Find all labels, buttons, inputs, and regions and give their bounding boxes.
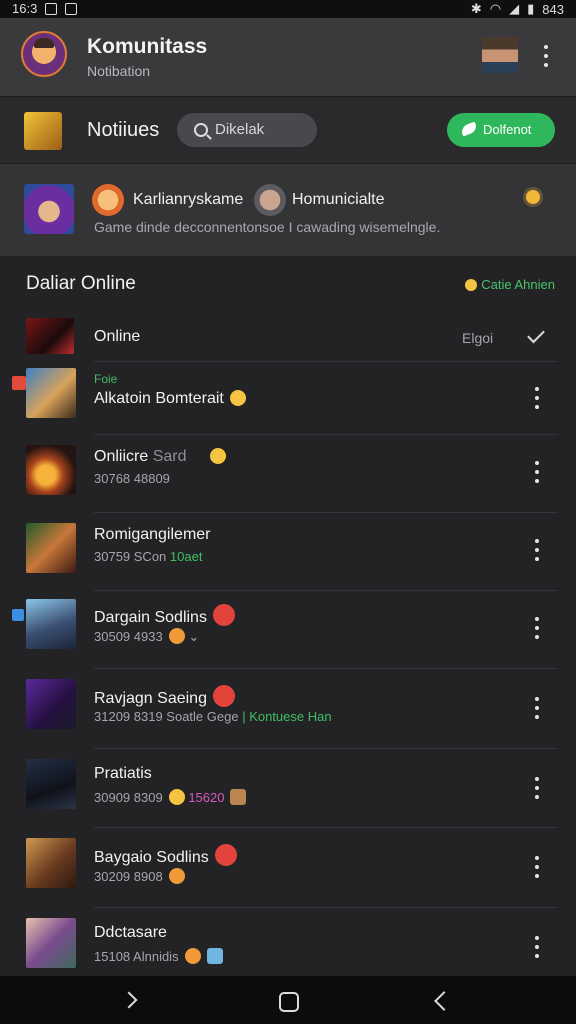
list-item-title: Baygaio Sodlins [94,844,237,867]
search-input[interactable]: Dikelak [177,113,317,147]
more-options-icon[interactable] [534,697,540,719]
game-thumbnail [26,918,76,968]
app-bar: Komunitass Notibation [0,18,576,96]
game-thumbnail [26,523,76,573]
notification-badge-icon [214,844,237,866]
list-item-title: Alkatoin Bomterait [94,390,246,408]
status-label: Elgoi [462,330,494,346]
more-options-icon[interactable] [534,856,540,878]
emoji-icon [168,628,185,644]
list-item-title: Onliicre Sard [94,448,227,466]
search-placeholder: Dikelak [215,121,265,138]
gift-icon [230,789,247,805]
member-avatar [92,184,124,216]
chevron-down-icon: ⌄ [188,629,200,644]
member-name: Karlianryskame [133,191,244,208]
flag-icon [12,609,24,621]
more-options-icon[interactable] [534,461,540,483]
toolbar-title: Notiiues [87,119,160,141]
battery-icon: ▮ [527,1,535,16]
list-item-subtitle: 30509 4933 ⌄ [94,628,200,644]
smiley-icon [168,789,185,805]
member-name: Homunicialte [292,191,385,208]
sword-icon [24,112,62,150]
game-thumbnail [26,759,76,809]
leaf-icon [459,121,479,137]
list-item[interactable]: Dargain Sodlins 30509 4933 ⌄ [0,591,576,669]
list-item-title: Dargain Sodlins [94,604,235,627]
smiley-icon [465,279,478,291]
community-avatar[interactable] [21,31,67,77]
list-item-title: Pratiatis [94,765,152,782]
online-filter[interactable]: Catie Ahnien [465,277,555,292]
back-icon[interactable] [434,991,454,1011]
flag-icon [12,376,26,390]
list-item-subtitle: 31209 8319 Soatle Gege | Kontuese Han [94,709,332,724]
game-thumbnail [26,318,74,354]
list-item-tag: Foie [94,372,118,386]
more-options-icon[interactable] [543,45,549,67]
profile-avatar[interactable] [482,37,518,73]
more-options-icon[interactable] [534,387,540,409]
status-time: 16:3 [12,1,38,16]
home-icon[interactable] [279,992,299,1012]
status-bar: 16:3 ✱ ◠ ◢ ▮ 843 [0,0,576,18]
follow-button-label: Dolfenot [483,122,532,137]
more-options-icon[interactable] [534,936,540,958]
game-thumbnail [26,679,76,729]
section-title: Daliar Online [26,273,136,294]
member-avatar [254,184,286,216]
list-item[interactable]: Ravjagn Saeing 31209 8319 Soatle Gege | … [0,669,576,749]
list-item[interactable]: Baygaio Sodlins 30209 8908 [0,828,576,908]
wifi-icon: ◠ [489,1,502,16]
emoji-icon [184,948,201,964]
app-title: Komunitass [87,35,208,58]
list-item[interactable]: Pratiatis 30909 8309 15620 [0,749,576,828]
list-item-subtitle: 15108 Alnnidis [94,948,223,964]
signal-icon: ◢ [509,1,520,16]
more-options-icon[interactable] [534,777,540,799]
list-item-subtitle: 30759 SCon 10aet [94,549,203,564]
list-item[interactable]: Foie Alkatoin Bomterait [0,362,576,435]
banner-game-image [24,184,74,234]
bluetooth-icon: ✱ [470,1,482,16]
smiley-icon [229,390,246,406]
nav-forward-icon[interactable] [120,991,138,1009]
more-options-icon[interactable] [534,539,540,561]
list-item-subtitle: 30909 8309 15620 [94,789,247,805]
list-item-title: Ddctasare [94,924,167,941]
emoji-icon [168,868,185,884]
notification-icon [65,2,78,15]
game-thumbnail [26,599,76,649]
game-thumbnail [26,838,76,888]
game-thumbnail [26,445,76,495]
search-icon [194,123,208,137]
diamond-icon [206,948,223,964]
app-subtitle: Notibation [87,63,151,79]
banner-description: Game dinde decconnentonsoe I cawading wi… [94,219,441,235]
battery-level: 843 [542,1,564,17]
follow-button[interactable]: Dolfenot [447,113,555,147]
more-options-icon[interactable] [534,617,540,639]
sun-icon[interactable] [526,190,540,204]
list-item-subtitle: 30768 48809 [94,471,170,486]
toolbar: Notiiues Dikelak Dolfenot [0,96,576,164]
list-item[interactable]: Ddctasare 15108 Alnnidis [0,908,576,976]
check-icon[interactable] [527,325,545,344]
list-item-title: Romigangilemer [94,526,211,543]
list-item-title: Online [94,328,141,345]
community-banner[interactable]: Karlianryskame Homunicialte Game dinde d… [0,164,576,256]
notification-badge-icon [212,685,235,707]
list-item-online[interactable]: Online Elgoi [0,310,576,362]
list-item[interactable]: Onliicre Sard 30768 48809 [0,435,576,513]
list-item-subtitle: 30209 8908 [94,868,185,884]
list-item[interactable]: Romigangilemer 30759 SCon 10aet [0,513,576,591]
online-filter-label: Catie Ahnien [481,277,555,292]
system-nav-bar [0,976,576,1024]
list-item-title: Ravjagn Saeing [94,685,235,708]
game-thumbnail [26,368,76,418]
gallery-icon [45,2,58,15]
smiley-icon [210,448,227,464]
notification-badge-icon [212,604,235,626]
